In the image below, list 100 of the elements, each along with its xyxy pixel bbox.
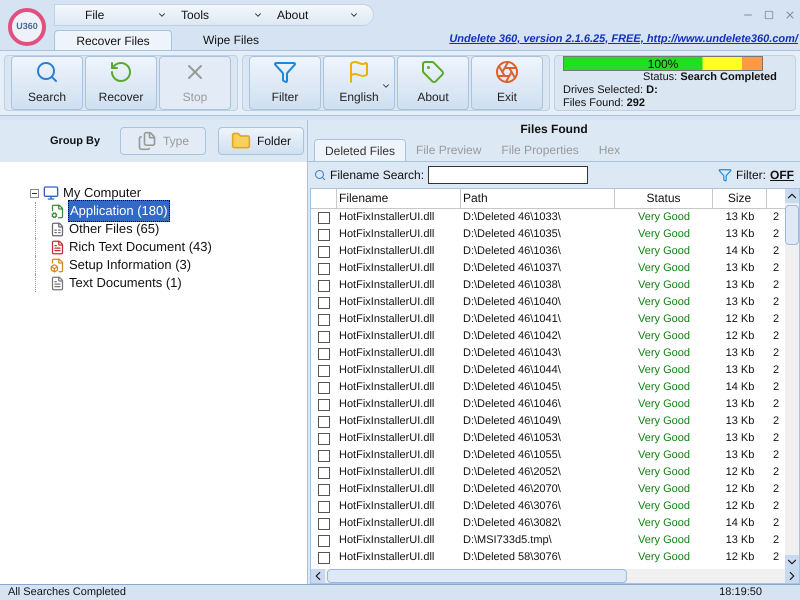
row-checkbox[interactable]	[318, 314, 330, 326]
tree-item[interactable]: Application (180)	[68, 200, 170, 222]
row-checkbox[interactable]	[318, 552, 330, 564]
row-checkbox[interactable]	[318, 500, 330, 512]
table-cell-text: Very Good	[637, 448, 691, 463]
table-cell-text: 2	[772, 431, 780, 446]
row-checkbox[interactable]	[318, 398, 330, 410]
row-checkbox[interactable]	[318, 280, 330, 292]
table-cell-text: HotFixInstallerUI.dll	[338, 227, 436, 242]
tree-item[interactable]: Other Files (65)	[68, 219, 160, 239]
table-cell-text: Very Good	[637, 550, 691, 565]
table-cell-text: 2	[772, 363, 780, 378]
table-cell-text: D:\Deleted 46\1037\	[462, 261, 562, 276]
toolbar-button[interactable]: Search	[11, 56, 83, 110]
table-cell-text: 2	[772, 312, 780, 327]
column-header[interactable]: Status	[615, 189, 713, 208]
row-checkbox[interactable]	[318, 534, 330, 546]
menu-item[interactable]: File	[85, 6, 181, 24]
row-checkbox[interactable]	[318, 432, 330, 444]
scroll-down-icon[interactable]	[785, 555, 799, 569]
row-checkbox[interactable]	[318, 228, 330, 240]
table-cell-text: 2	[772, 261, 780, 276]
toolbar-button[interactable]: Recover	[85, 56, 157, 110]
menu-item[interactable]: Tools	[181, 6, 277, 24]
maximize-icon[interactable]	[764, 10, 774, 20]
table-cell-text: Very Good	[637, 329, 691, 344]
vertical-scrollbar[interactable]	[785, 189, 799, 569]
row-checkbox[interactable]	[318, 518, 330, 530]
search-icon	[35, 60, 59, 84]
table-cell-text: 2	[772, 516, 780, 531]
files-found-text: Files Found: 292	[563, 97, 646, 110]
row-checkbox[interactable]	[318, 364, 330, 376]
toolbar-button[interactable]: About	[397, 56, 469, 110]
row-checkbox[interactable]	[318, 330, 330, 342]
table-cell-text: 13 Kb	[724, 210, 756, 225]
table-cell-text: D:\Deleted 46\2052\	[462, 465, 562, 480]
scroll-up-icon[interactable]	[785, 189, 799, 203]
scroll-left-icon[interactable]	[311, 569, 325, 583]
circular-arrow-icon	[109, 60, 133, 84]
table-cell-text: D:\Deleted 46\3076\	[462, 499, 562, 514]
application-file-icon	[50, 204, 65, 218]
table-cell-text: Very Good	[637, 227, 691, 242]
scroll-thumb[interactable]	[327, 569, 627, 583]
filter-toggle-link[interactable]: OFF	[770, 166, 794, 184]
ribbon-tab[interactable]: Recover Files	[54, 30, 172, 50]
panel-tab[interactable]: Deleted Files	[314, 139, 406, 161]
table-cell-text: 2	[772, 550, 780, 565]
table-cell-text: HotFixInstallerUI.dll	[338, 397, 436, 412]
row-checkbox[interactable]	[318, 348, 330, 360]
folder-icon	[230, 131, 251, 151]
collapse-toggle[interactable]	[30, 188, 39, 198]
toolbar-button[interactable]: English	[323, 56, 395, 110]
column-header[interactable]: Filename	[337, 189, 461, 208]
tree-item[interactable]: Rich Text Document (43)	[68, 237, 213, 257]
filter-label: Filter:	[736, 167, 766, 184]
table-cell-text: HotFixInstallerUI.dll	[338, 550, 436, 565]
table-cell-text: 13 Kb	[724, 448, 756, 463]
row-checkbox[interactable]	[318, 212, 330, 224]
tree-item[interactable]: Setup Information (3)	[68, 255, 192, 275]
table-cell-text: HotFixInstallerUI.dll	[338, 380, 436, 395]
status-text: Status: Search Completed	[642, 71, 778, 84]
horizontal-scrollbar[interactable]	[311, 569, 799, 583]
table-cell-text: 2	[772, 414, 780, 429]
column-header[interactable]: Size	[713, 189, 767, 208]
table-cell-text: 2	[772, 210, 780, 225]
table-cell-text: 13 Kb	[724, 533, 756, 548]
ribbon-tab[interactable]: Wipe Files	[172, 30, 290, 50]
table-cell-text: Very Good	[637, 533, 691, 548]
scroll-right-icon[interactable]	[785, 569, 799, 583]
row-checkbox[interactable]	[318, 450, 330, 462]
files-found-title: Files Found	[519, 121, 589, 138]
row-checkbox[interactable]	[318, 382, 330, 394]
table-cell-text: D:\Deleted 46\1043\	[462, 346, 562, 361]
table-cell-text: 13 Kb	[724, 295, 756, 310]
row-checkbox[interactable]	[318, 416, 330, 428]
table-cell-text: 13 Kb	[724, 346, 756, 361]
toolbar-button[interactable]: Filter	[249, 56, 321, 110]
table-cell-text: Very Good	[637, 465, 691, 480]
row-checkbox[interactable]	[318, 296, 330, 308]
row-checkbox[interactable]	[318, 246, 330, 258]
close-icon[interactable]	[784, 9, 796, 21]
tree-item[interactable]: My Computer	[63, 183, 142, 203]
table-cell-text: 12 Kb	[724, 329, 756, 344]
tree-item[interactable]: Text Documents (1)	[68, 273, 183, 293]
menu-item[interactable]: About	[277, 6, 373, 24]
column-header[interactable]: Path	[461, 189, 615, 208]
row-checkbox[interactable]	[318, 484, 330, 496]
about-link[interactable]: Undelete 360, version 2.1.6.25, FREE, http://www.undelete360.com/	[449, 30, 800, 50]
table-cell-text: Very Good	[637, 414, 691, 429]
row-checkbox[interactable]	[318, 466, 330, 478]
toolbar-button[interactable]: Exit	[471, 56, 543, 110]
table-cell-text: 12 Kb	[724, 312, 756, 327]
filename-search-field[interactable]	[428, 166, 588, 184]
table-cell-text: Very Good	[637, 278, 691, 293]
row-checkbox[interactable]	[318, 262, 330, 274]
table-cell-text: 2	[772, 278, 780, 293]
group-by-button[interactable]: Folder	[218, 127, 304, 155]
funnel-icon	[718, 168, 732, 182]
app-logo[interactable]: U360	[8, 8, 46, 46]
scroll-thumb[interactable]	[785, 205, 799, 245]
